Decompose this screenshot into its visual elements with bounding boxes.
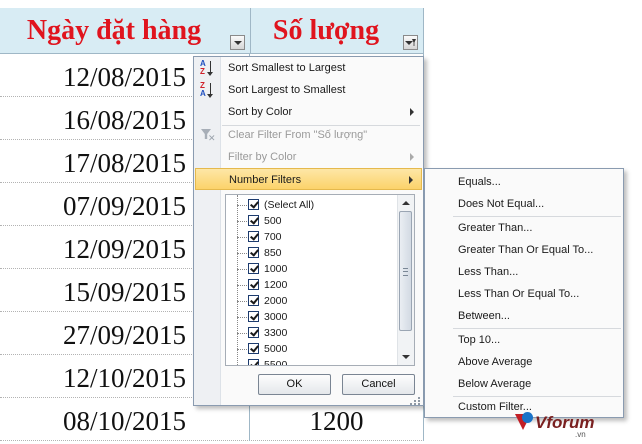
list-scrollbar[interactable] [397, 195, 414, 365]
scroll-up-icon[interactable] [399, 196, 413, 210]
submenu-item-less-equal[interactable]: Less Than Or Equal To... [458, 283, 579, 305]
submenu-item-less-than[interactable]: Less Than... [458, 261, 518, 283]
header-so-luong: Số lượng [251, 8, 424, 54]
submenu-item-between[interactable]: Between... [458, 305, 510, 327]
menu-item-label: Clear Filter From "Số lượng" [228, 129, 368, 141]
header-label-quantity: Số lượng [272, 15, 380, 46]
checkbox-checked[interactable] [248, 263, 259, 274]
list-item[interactable]: 1200 [226, 277, 398, 293]
submenu-arrow-icon [410, 108, 414, 116]
checkbox-checked[interactable] [248, 231, 259, 242]
filter-dropdown-date[interactable] [230, 35, 245, 50]
checkbox-checked[interactable] [248, 279, 259, 290]
list-item[interactable]: 5000 [226, 341, 398, 357]
header-ngay-dat-hang: Ngày đặt hàng [0, 8, 251, 54]
list-item[interactable]: 3000 [226, 309, 398, 325]
submenu-item-above-average[interactable]: Above Average [458, 351, 532, 373]
menu-item-sort-asc[interactable]: AZ Sort Smallest to Largest [195, 57, 422, 79]
grip-icon [403, 268, 408, 276]
ok-button[interactable]: OK [258, 374, 331, 395]
submenu-arrow-icon [410, 153, 414, 161]
brand-logo-icon [515, 412, 535, 432]
checkbox-checked[interactable] [248, 311, 259, 322]
scroll-thumb[interactable] [399, 211, 412, 331]
watermark-suffix: .vn [575, 430, 586, 439]
menu-item-filter-by-color[interactable]: Filter by Color [195, 146, 422, 168]
list-item-select-all[interactable]: (Select All) [226, 197, 398, 213]
menu-item-number-filters[interactable]: Number Filters [195, 168, 422, 190]
submenu-item-top-10[interactable]: Top 10... [458, 329, 500, 351]
checkbox-checked[interactable] [248, 215, 259, 226]
sort-descending-icon: ZA [200, 81, 216, 99]
list-item[interactable]: 5500 [226, 357, 398, 365]
checkbox-checked[interactable] [248, 359, 259, 365]
menu-item-clear-filter[interactable]: ✕ Clear Filter From "Số lượng" [195, 124, 422, 146]
menu-item-label: Sort Smallest to Largest [228, 62, 346, 74]
watermark-logo: Vforum .vn [515, 410, 639, 439]
menu-item-label: Sort Largest to Smallest [228, 84, 346, 96]
checkbox-checked[interactable] [248, 247, 259, 258]
submenu-item-below-average[interactable]: Below Average [458, 373, 531, 395]
list-item[interactable]: 2000 [226, 293, 398, 309]
resize-grip-icon[interactable] [409, 397, 421, 405]
clear-filter-icon: ✕ [201, 129, 216, 143]
menu-item-label: Filter by Color [228, 151, 297, 163]
checkbox-checked[interactable] [248, 199, 259, 210]
list-item[interactable]: 1000 [226, 261, 398, 277]
list-item[interactable]: 700 [226, 229, 398, 245]
submenu-arrow-icon [409, 176, 413, 184]
header-label-date: Ngày đặt hàng [26, 15, 202, 46]
menu-item-sort-by-color[interactable]: Sort by Color [195, 101, 422, 123]
submenu-item-greater-than[interactable]: Greater Than... [458, 217, 532, 239]
menu-item-sort-desc[interactable]: ZA Sort Largest to Smallest [195, 79, 422, 101]
menu-item-label: Sort by Color [228, 106, 293, 118]
list-item[interactable]: 3300 [226, 325, 398, 341]
submenu-item-greater-equal[interactable]: Greater Than Or Equal To... [458, 239, 593, 261]
list-item[interactable]: 850 [226, 245, 398, 261]
filter-dropdown-quantity[interactable] [403, 35, 418, 50]
value-list: (Select All) 500 700 850 1000 1200 2000 … [225, 194, 415, 366]
number-filters-submenu: Equals... Does Not Equal... Greater Than… [424, 168, 624, 418]
scroll-down-icon[interactable] [399, 350, 413, 364]
checkbox-checked[interactable] [248, 343, 259, 354]
list-item[interactable]: 500 [226, 213, 398, 229]
submenu-item-not-equal[interactable]: Does Not Equal... [458, 193, 544, 215]
checkbox-checked[interactable] [248, 327, 259, 338]
submenu-item-equals[interactable]: Equals... [458, 171, 501, 193]
menu-item-label: Number Filters [229, 174, 302, 186]
checkbox-checked[interactable] [248, 295, 259, 306]
cancel-button[interactable]: Cancel [342, 374, 415, 395]
sort-ascending-icon: AZ [200, 59, 216, 77]
